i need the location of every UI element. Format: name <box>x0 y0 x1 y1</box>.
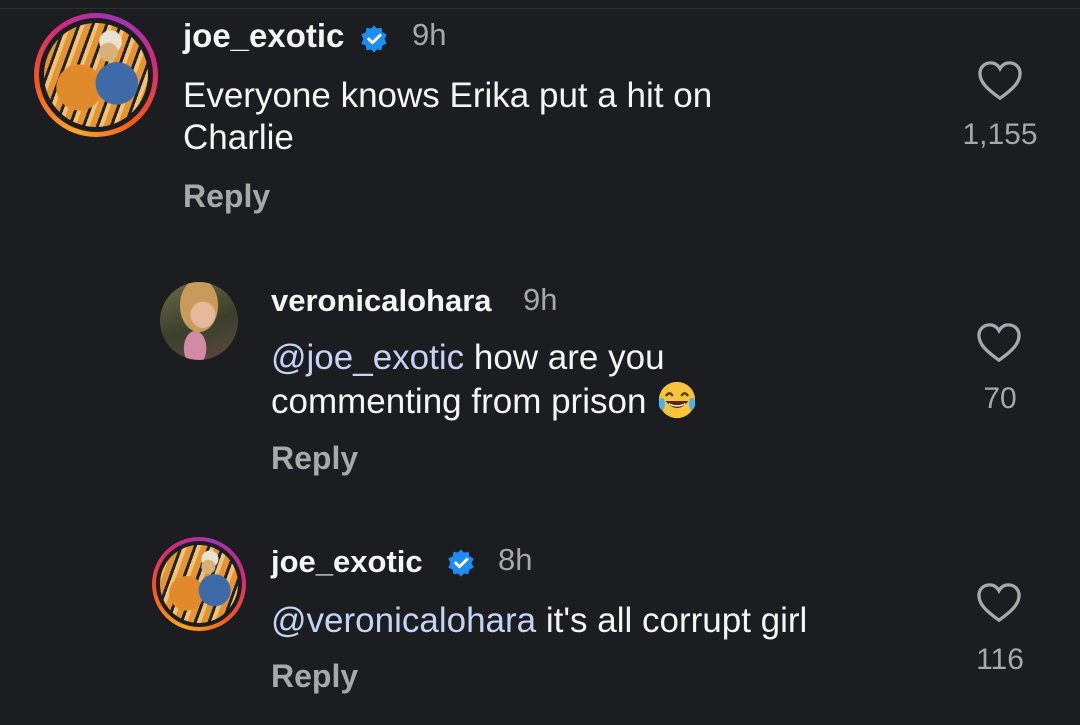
comment-time: 9h <box>523 282 558 317</box>
comment-text: @veronicalohara it's all corrupt girl <box>271 601 808 640</box>
reply-button[interactable]: Reply <box>183 178 270 215</box>
avatar-story-ring[interactable] <box>34 13 158 137</box>
reply-comment: joe_exotic 8h @veronicalohara it's all c… <box>0 530 1080 725</box>
avatar <box>44 23 148 127</box>
like-count: 116 <box>976 643 1024 676</box>
like-count: 70 <box>983 382 1017 415</box>
heart-icon[interactable] <box>977 60 1023 102</box>
verified-badge-icon <box>448 549 474 577</box>
avatar-story-ring[interactable] <box>152 537 246 631</box>
username[interactable]: joe_exotic <box>183 17 344 55</box>
comment: joe_exotic 9h Everyone knows Erika put a… <box>0 0 1080 240</box>
reply-button[interactable]: Reply <box>271 440 358 477</box>
heart-icon[interactable] <box>976 582 1022 624</box>
avatar <box>160 545 238 623</box>
face-with-tears-of-joy-emoji <box>659 381 696 419</box>
comment-text: Everyone knows Erika put a hit on Charli… <box>183 76 713 157</box>
comment-time: 8h <box>498 542 533 577</box>
verified-badge-icon <box>361 25 387 53</box>
mention-link[interactable]: @joe_exotic <box>271 338 464 377</box>
like-count: 1,155 <box>962 118 1038 151</box>
reply-button[interactable]: Reply <box>271 658 358 695</box>
comment-time: 9h <box>412 17 447 52</box>
mention-link[interactable]: @veronicalohara <box>271 601 536 640</box>
comment-text: @joe_exotic how are you commenting from … <box>271 337 698 423</box>
avatar[interactable] <box>160 282 238 360</box>
username[interactable]: veronicalohara <box>271 283 492 319</box>
username[interactable]: joe_exotic <box>271 544 423 580</box>
heart-icon[interactable] <box>976 322 1022 364</box>
reply-comment: veronicalohara 9h @joe_exotic how are yo… <box>0 270 1080 490</box>
